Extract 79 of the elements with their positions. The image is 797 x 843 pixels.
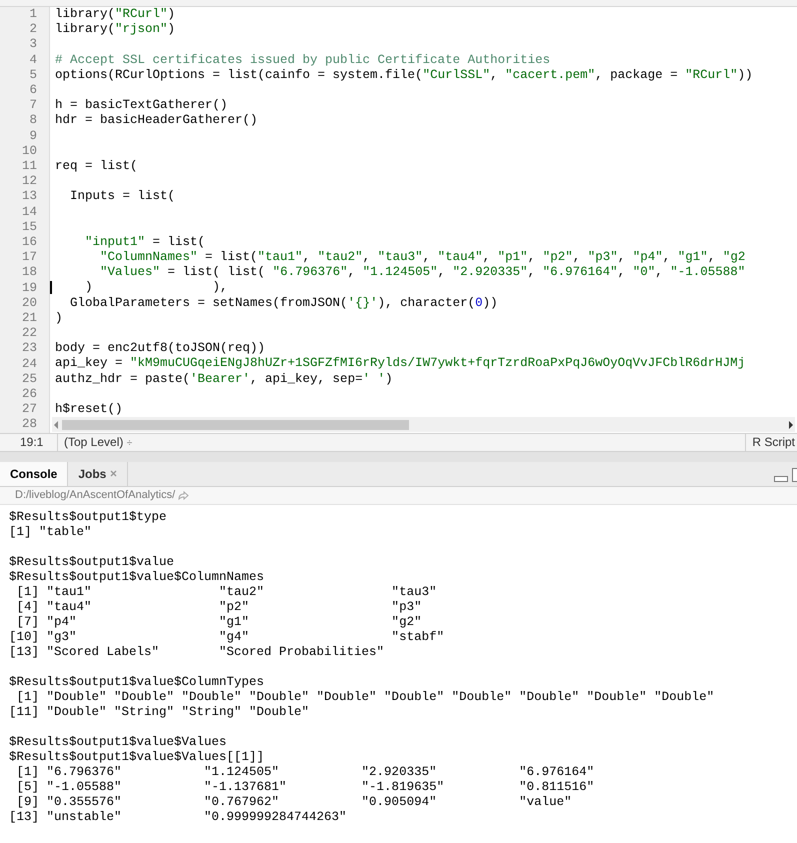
scroll-right-icon[interactable] — [787, 420, 795, 430]
line-number: 17 — [20, 250, 37, 266]
close-icon[interactable] — [110, 470, 118, 478]
code-line: GlobalParameters = setNames(fromJSON('{}'), character(0)) — [69, 296, 498, 311]
line-number: 22 — [20, 326, 37, 342]
line-number: 26 — [20, 387, 37, 402]
line-number: 7 — [28, 98, 37, 114]
scrollbar-thumb[interactable] — [62, 420, 409, 430]
code-line: h = basicTextGatherer() — [55, 98, 228, 114]
console-output-line: [1] "tau1" "tau2" "tau3" — [16, 584, 438, 600]
cursor-position: 19:1 — [0, 433, 58, 452]
maximize-icon[interactable] — [792, 468, 797, 482]
console-output-line: $Results$output1$value$Values — [9, 734, 228, 750]
code-line: Inputs = list( — [69, 189, 176, 204]
working-directory-path: D:/liveblog/AnAscentOfAnalytics/ — [15, 488, 176, 503]
line-number: 5 — [28, 68, 37, 84]
console-tab[interactable]: Jobs — [68, 462, 128, 486]
code-line: hdr = basicHeaderGatherer() — [55, 113, 258, 129]
scroll-left-icon[interactable] — [52, 420, 60, 430]
line-number: 20 — [20, 296, 37, 312]
line-number: 11 — [20, 159, 37, 174]
code-line: body = enc2utf8(toJSON(req)) — [55, 341, 266, 356]
console-output-line: [13] "Scored Labels" "Scored Probabilities" — [9, 644, 386, 660]
line-number: 24 — [20, 356, 37, 372]
line-number: 12 — [20, 174, 37, 190]
line-number: 8 — [28, 113, 37, 129]
arrow-icon[interactable] — [178, 490, 190, 500]
code-line: req = list( — [55, 158, 138, 174]
code-line: api_key = "kM9muCUGqeiENgJ8hUZr+1SGFZfMI6rRylds/IW7ywkt+fqrTzrdRoaPxPqJ6wOyOqVvJFCblR6drHJMj — [55, 356, 746, 372]
line-number: 9 — [28, 128, 37, 144]
line-number: 25 — [20, 372, 37, 388]
code-line: authz_hdr = paste('Bearer', api_key, sep=' ') — [55, 372, 393, 387]
console-output-line: [10] "g3" "g4" "stabf" — [9, 630, 446, 645]
line-number: 4 — [28, 52, 37, 68]
console-output-line: $Results$output1$type — [9, 510, 168, 525]
code-line: "ColumnNames" = list("tau1", "tau2", "tau3", "tau4", "p1", "p2", "p3", "p4", "g1", "g2 — [99, 250, 746, 266]
line-number: 28 — [20, 417, 37, 433]
console-output-line: $Results$output1$value — [9, 554, 176, 570]
console-tab[interactable]: Console — [0, 462, 68, 486]
line-number: 10 — [20, 144, 37, 160]
console-output-line: [1] "6.796376" "1.124505" "2.920335" "6.976164" — [16, 764, 596, 780]
minimize-icon[interactable] — [774, 476, 788, 482]
horizontal-scrollbar[interactable] — [52, 417, 795, 432]
code-line: library("RCurl") — [55, 7, 176, 22]
line-number: 18 — [20, 265, 37, 281]
console-output-line: [11] "Double" "String" "String" "Double" — [9, 704, 310, 720]
line-number: 14 — [20, 204, 37, 220]
code-line: h$reset() — [55, 402, 123, 418]
console-output-line: [9] "0.355576" "0.767962" "0.905094" "value" — [16, 794, 573, 810]
code-line: # Accept SSL certificates issued by public Certificate Authorities — [55, 52, 550, 68]
console-output-line: [4] "tau4" "p2" "p3" — [16, 600, 423, 615]
code-line: "Values" = list( list( "6.796376", "1.124505", "2.920335", "6.976164", "0", "-1.05588" — [99, 265, 746, 280]
line-number: 19 — [20, 280, 37, 296]
code-line: ) ), — [84, 280, 228, 296]
line-number: 1 — [28, 7, 37, 22]
line-number: 3 — [28, 37, 37, 53]
code-line: ) — [55, 310, 63, 326]
line-number: 15 — [20, 220, 37, 236]
code-line: options(RCurlOptions = list(cainfo = system.file("CurlSSL", "cacert.pem", package = "RCurl")) — [55, 68, 753, 83]
line-number: 2 — [28, 22, 37, 38]
line-number: 21 — [20, 311, 37, 326]
console-output-line: [1] "table" — [9, 524, 93, 540]
console-output-line: [5] "-1.05588" "-1.137681" "-1.819635" "0.811516" — [16, 780, 596, 795]
line-number: 27 — [20, 402, 37, 418]
line-number: 13 — [20, 189, 37, 205]
code-line: library("rjson") — [55, 22, 176, 38]
console-output-line: [1] "Double" "Double" "Double" "Double" "Double" "Double" "Double" "Double" "Double" "Double" — [16, 690, 716, 705]
console-output-line: $Results$output1$value$ColumnTypes — [9, 674, 266, 690]
console-output-line: [13] "unstable" "0.999999284744263" — [9, 810, 348, 825]
line-number: 23 — [20, 341, 37, 357]
console-output-line: $Results$output1$value$ColumnNames — [9, 570, 266, 585]
pane-splitter[interactable] — [0, 452, 797, 462]
line-number: 6 — [28, 83, 37, 98]
file-type-label[interactable]: R Script — [745, 433, 797, 452]
console-output-line: $Results$output1$value$Values[[1]] — [9, 750, 266, 765]
console-output-line: [7] "p4" "g1" "g2" — [16, 614, 423, 630]
code-line: "input1" = list( — [84, 234, 206, 250]
line-number: 16 — [20, 235, 37, 250]
scope-selector[interactable]: (Top Level) ÷ — [58, 433, 132, 452]
